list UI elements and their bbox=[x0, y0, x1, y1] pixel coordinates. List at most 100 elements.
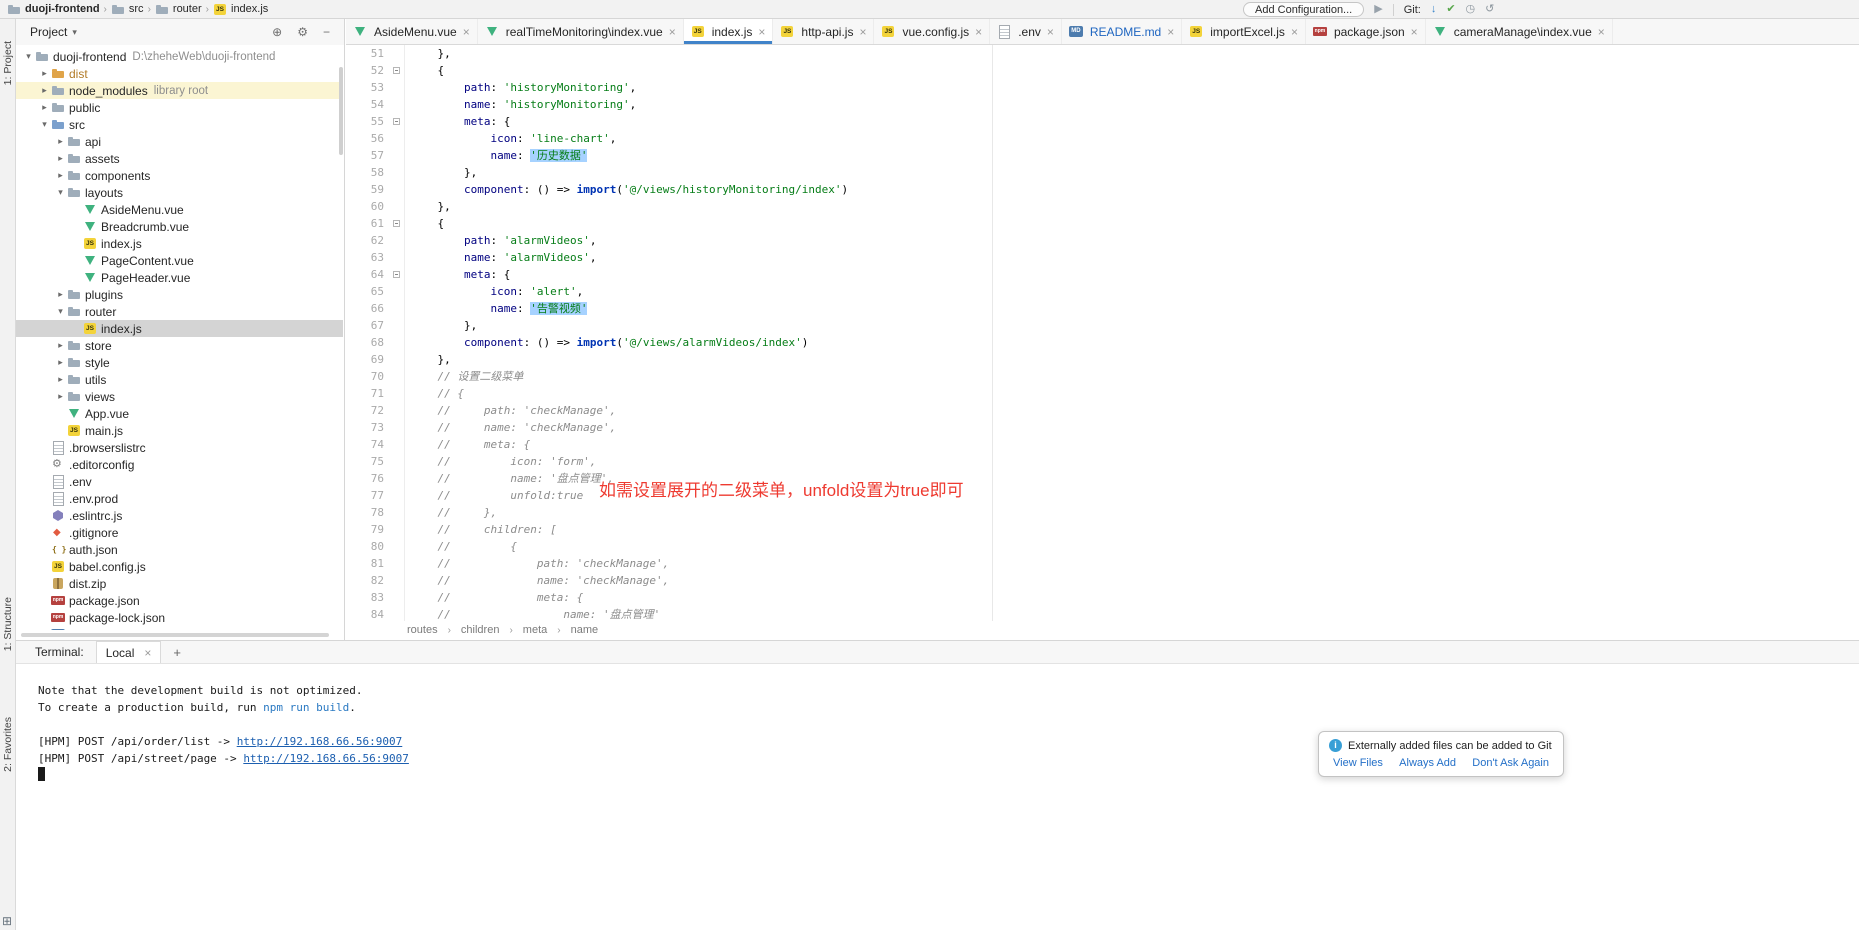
tree-item[interactable]: public bbox=[16, 99, 343, 116]
hide-panel-icon[interactable] bbox=[323, 25, 330, 39]
code-text[interactable]: name: 'historyMonitoring', bbox=[404, 96, 1859, 113]
tree-item[interactable]: package.json bbox=[16, 592, 343, 609]
code-text[interactable]: }, bbox=[404, 317, 1859, 334]
editor-tab[interactable]: .env bbox=[990, 19, 1062, 44]
toolwindow-tab-project[interactable]: 1: Project bbox=[2, 41, 14, 85]
tab-close-icon[interactable] bbox=[669, 25, 676, 39]
tree-expand-arrow[interactable] bbox=[38, 102, 51, 113]
toolwindow-tab-favorites[interactable]: 2: Favorites bbox=[2, 717, 14, 772]
code-text[interactable]: // { bbox=[404, 385, 1859, 402]
line-number[interactable]: 58 bbox=[346, 164, 388, 181]
line-number[interactable]: 81 bbox=[346, 555, 388, 572]
terminal-link[interactable]: http://192.168.66.56:9007 bbox=[237, 735, 403, 748]
gear-icon[interactable] bbox=[297, 25, 308, 39]
line-number[interactable]: 70 bbox=[346, 368, 388, 385]
fold-marker[interactable] bbox=[388, 266, 404, 283]
code-text[interactable]: icon: 'alert', bbox=[404, 283, 1859, 300]
tree-expand-arrow[interactable] bbox=[54, 136, 67, 147]
tree-item[interactable]: App.vue bbox=[16, 405, 343, 422]
code-text[interactable]: meta: { bbox=[404, 266, 1859, 283]
code-text[interactable]: icon: 'line-chart', bbox=[404, 130, 1859, 147]
run-icon[interactable] bbox=[1374, 0, 1382, 19]
tree-item[interactable]: .editorconfig bbox=[16, 456, 343, 473]
line-number[interactable]: 74 bbox=[346, 436, 388, 453]
code-text[interactable]: // icon: 'form', bbox=[404, 453, 1859, 470]
code-text[interactable]: // name: 'checkManage', bbox=[404, 419, 1859, 436]
tab-close-icon[interactable] bbox=[859, 25, 866, 39]
tree-item[interactable]: dist bbox=[16, 65, 343, 82]
line-number[interactable]: 56 bbox=[346, 130, 388, 147]
editor-tab[interactable]: README.md bbox=[1062, 19, 1182, 44]
tree-collapse-arrow[interactable] bbox=[38, 119, 51, 130]
tree-item[interactable]: duoji-frontendD:\zheheWeb\duoji-frontend bbox=[16, 48, 343, 65]
editor-tab[interactable]: package.json bbox=[1306, 19, 1426, 44]
line-number[interactable]: 53 bbox=[346, 79, 388, 96]
line-number[interactable]: 54 bbox=[346, 96, 388, 113]
tree-item[interactable]: .browserslistrc bbox=[16, 439, 343, 456]
git-commit-icon[interactable] bbox=[1446, 0, 1455, 19]
tree-item[interactable]: README.md bbox=[16, 626, 343, 630]
code-text[interactable]: path: 'alarmVideos', bbox=[404, 232, 1859, 249]
fold-marker[interactable] bbox=[388, 113, 404, 130]
code-text[interactable]: // 设置二级菜单 bbox=[404, 368, 1859, 385]
breadcrumb-item[interactable]: index.js bbox=[213, 3, 268, 16]
tree-expand-arrow[interactable] bbox=[54, 289, 67, 300]
line-number[interactable]: 52 bbox=[346, 62, 388, 79]
tree-item[interactable]: plugins bbox=[16, 286, 343, 303]
tree-item[interactable]: utils bbox=[16, 371, 343, 388]
terminal-output[interactable]: Note that the development build is not o… bbox=[16, 664, 1859, 784]
tab-close-icon[interactable] bbox=[463, 25, 470, 39]
line-number[interactable]: 63 bbox=[346, 249, 388, 266]
code-text[interactable]: name: '告警视频' bbox=[404, 300, 1859, 317]
new-terminal-button[interactable]: + bbox=[173, 645, 181, 660]
notification-action[interactable]: Don't Ask Again bbox=[1472, 757, 1549, 769]
line-number[interactable]: 84 bbox=[346, 606, 388, 621]
line-number[interactable]: 73 bbox=[346, 419, 388, 436]
tab-close-icon[interactable] bbox=[1411, 25, 1418, 39]
tree-item[interactable]: router bbox=[16, 303, 343, 320]
tree-item[interactable]: babel.config.js bbox=[16, 558, 343, 575]
notification-action[interactable]: Always Add bbox=[1399, 757, 1456, 769]
code-text[interactable]: }, bbox=[404, 198, 1859, 215]
breadcrumb-item[interactable]: duoji-frontend bbox=[7, 3, 100, 16]
add-configuration-button[interactable]: Add Configuration... bbox=[1243, 2, 1364, 17]
tree-expand-arrow[interactable] bbox=[54, 340, 67, 351]
tree-expand-arrow[interactable] bbox=[54, 374, 67, 385]
tree-item[interactable]: Breadcrumb.vue bbox=[16, 218, 343, 235]
code-text[interactable]: meta: { bbox=[404, 113, 1859, 130]
tab-close-icon[interactable] bbox=[975, 25, 982, 39]
tree-expand-arrow[interactable] bbox=[54, 391, 67, 402]
line-number[interactable]: 66 bbox=[346, 300, 388, 317]
code-text[interactable]: }, bbox=[404, 164, 1859, 181]
line-number[interactable]: 79 bbox=[346, 521, 388, 538]
tree-collapse-arrow[interactable] bbox=[54, 306, 67, 317]
code-text[interactable]: component: () => import('@/views/alarmVi… bbox=[404, 334, 1859, 351]
line-number[interactable]: 69 bbox=[346, 351, 388, 368]
line-number[interactable]: 57 bbox=[346, 147, 388, 164]
editor-breadcrumb-item[interactable]: meta bbox=[523, 624, 547, 636]
git-update-icon[interactable] bbox=[1431, 0, 1437, 19]
editor-tab[interactable]: http-api.js bbox=[773, 19, 874, 44]
line-number[interactable]: 75 bbox=[346, 453, 388, 470]
line-number[interactable]: 59 bbox=[346, 181, 388, 198]
line-number[interactable]: 80 bbox=[346, 538, 388, 555]
code-text[interactable]: { bbox=[404, 215, 1859, 232]
tree-item[interactable]: .env bbox=[16, 473, 343, 490]
editor-tab[interactable]: vue.config.js bbox=[874, 19, 990, 44]
editor-tab[interactable]: index.js bbox=[684, 19, 774, 44]
git-rollback-icon[interactable] bbox=[1485, 0, 1494, 19]
tree-expand-arrow[interactable] bbox=[54, 170, 67, 181]
editor-tab[interactable]: importExcel.js bbox=[1182, 19, 1306, 44]
line-number[interactable]: 60 bbox=[346, 198, 388, 215]
code-text[interactable]: // meta: { bbox=[404, 589, 1859, 606]
editor-tab[interactable]: AsideMenu.vue bbox=[346, 19, 478, 44]
code-text[interactable]: { bbox=[404, 62, 1859, 79]
fold-marker[interactable] bbox=[388, 215, 404, 232]
line-number[interactable]: 68 bbox=[346, 334, 388, 351]
tree-item[interactable]: node_moduleslibrary root bbox=[16, 82, 343, 99]
tree-item[interactable]: package-lock.json bbox=[16, 609, 343, 626]
tree-item[interactable]: index.js bbox=[16, 320, 343, 337]
editor-tab[interactable]: realTimeMonitoring\index.vue bbox=[478, 19, 684, 44]
code-text[interactable]: name: 'alarmVideos', bbox=[404, 249, 1859, 266]
tab-close-icon[interactable] bbox=[144, 646, 151, 660]
